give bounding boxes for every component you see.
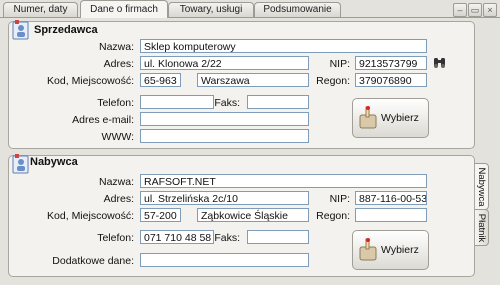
- contact-card-icon: [12, 20, 29, 40]
- buyer-choose-button[interactable]: Wybierz: [352, 230, 429, 270]
- buyer-regon-label: Regon:: [316, 210, 350, 222]
- seller-www-input[interactable]: [140, 129, 309, 143]
- seller-nip-label: NIP:: [329, 58, 350, 70]
- tab-podsumowanie[interactable]: Podsumowanie: [254, 2, 341, 17]
- buyer-phone-input[interactable]: 071 710 48 58: [140, 230, 214, 244]
- seller-postal-input[interactable]: 65-963: [140, 73, 181, 87]
- buyer-address-input[interactable]: ul. Strzelińska 2c/10: [140, 191, 309, 205]
- seller-name-input[interactable]: Sklep komputerowy: [140, 39, 427, 53]
- buyer-city-label: Kod, Miejscowość:: [47, 210, 134, 222]
- seller-address-label: Adres:: [103, 58, 134, 70]
- seller-phone-input[interactable]: [140, 95, 214, 109]
- buyer-fax-label: Faks:: [214, 232, 240, 244]
- seller-title: Sprzedawca: [34, 24, 98, 36]
- buyer-phone-label: Telefon:: [97, 232, 134, 244]
- hand-pointer-icon: [359, 106, 377, 129]
- seller-email-input[interactable]: [140, 112, 309, 126]
- seller-city-label: Kod, Miejscowość:: [47, 75, 134, 87]
- seller-phone-label: Telefon:: [97, 97, 134, 109]
- restore-icon[interactable]: ▭: [468, 3, 482, 17]
- buyer-nip-input[interactable]: 887-116-00-53: [355, 191, 427, 205]
- buyer-fax-input[interactable]: [247, 230, 309, 244]
- binoculars-icon[interactable]: [433, 56, 447, 69]
- buyer-title: Nabywca: [30, 156, 78, 168]
- contact-card-icon: [12, 154, 29, 174]
- side-tab-platnik[interactable]: Płatnik: [475, 209, 489, 246]
- buyer-city-input[interactable]: Ząbkowice Śląskie: [197, 208, 309, 222]
- hand-pointer-icon: [359, 238, 377, 261]
- minimize-icon[interactable]: –: [453, 3, 467, 17]
- seller-city-input[interactable]: Warszawa: [197, 73, 309, 87]
- seller-regon-label: Regon:: [316, 75, 350, 87]
- seller-regon-input[interactable]: 379076890: [355, 73, 427, 87]
- seller-name-label: Nazwa:: [98, 41, 134, 53]
- tab-dane-o-firmach[interactable]: Dane o firmach: [80, 0, 168, 18]
- buyer-nip-label: NIP:: [329, 193, 350, 205]
- close-icon[interactable]: ×: [483, 3, 497, 17]
- seller-www-label: WWW:: [101, 131, 134, 143]
- buyer-postal-input[interactable]: 57-200: [140, 208, 181, 222]
- buyer-name-input[interactable]: RAFSOFT.NET: [140, 174, 427, 188]
- seller-email-label: Adres e-mail:: [72, 114, 134, 126]
- side-tab-platnik-label: Płatnik: [476, 213, 487, 242]
- tab-divider: [0, 17, 500, 18]
- seller-address-input[interactable]: ul. Klonowa 2/22: [140, 56, 309, 70]
- seller-fax-input[interactable]: [247, 95, 309, 109]
- seller-fax-label: Faks:: [214, 97, 240, 109]
- buyer-extra-input[interactable]: [140, 253, 309, 267]
- buyer-choose-label: Wybierz: [381, 244, 419, 256]
- side-tab-nabywca[interactable]: Nabywca: [475, 163, 489, 210]
- seller-choose-button[interactable]: Wybierz: [352, 98, 429, 138]
- tab-towary-uslugi[interactable]: Towary, usługi: [168, 2, 254, 17]
- seller-choose-label: Wybierz: [381, 112, 419, 124]
- buyer-extra-label: Dodatkowe dane:: [52, 255, 134, 267]
- buyer-name-label: Nazwa:: [98, 176, 134, 188]
- seller-nip-input[interactable]: 9213573799: [355, 56, 427, 70]
- buyer-address-label: Adres:: [103, 193, 134, 205]
- buyer-regon-input[interactable]: [355, 208, 427, 222]
- side-tab-nabywca-label: Nabywca: [476, 166, 487, 207]
- tab-numer-daty[interactable]: Numer, daty: [3, 2, 78, 17]
